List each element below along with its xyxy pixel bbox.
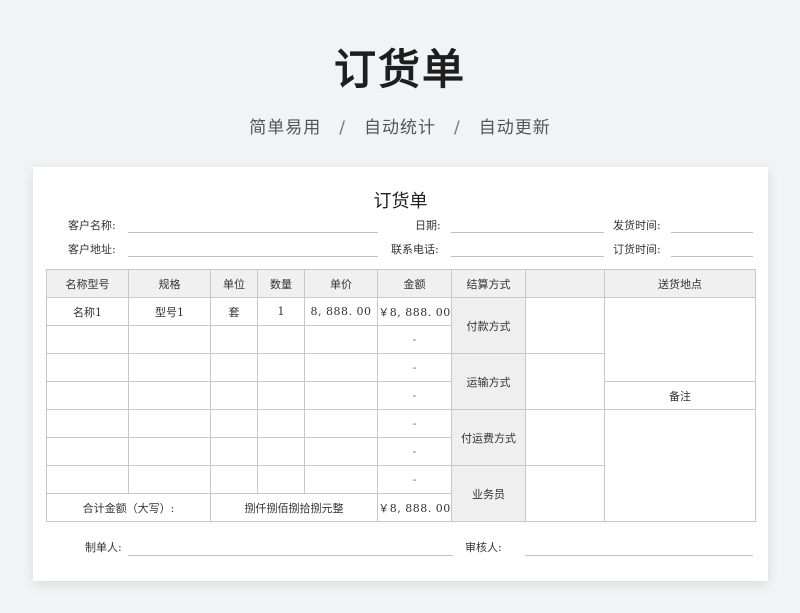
table-header-row: 名称型号 规格 单位 数量 单价 金额 结算方式 送货地点 <box>46 269 756 298</box>
cell-model[interactable] <box>46 465 129 494</box>
table-row: - 备注 <box>46 381 756 410</box>
cell-model[interactable] <box>46 409 129 438</box>
page-title: 订货单 <box>333 45 466 94</box>
ship-time-field[interactable] <box>671 232 753 233</box>
reviewer-label: 审核人: <box>465 541 502 554</box>
col-header-settlement: 结算方式 <box>451 269 526 298</box>
feature-auto-update: 自动更新 <box>478 118 551 138</box>
cell-amount: - <box>377 353 452 382</box>
cell-unit[interactable] <box>210 409 258 438</box>
separator: / <box>339 118 346 138</box>
customer-name-label: 客户名称: <box>68 219 116 232</box>
order-sheet: 订货单 客户名称: 日期: 发货时间: 客户地址: 联系电话: 订货时间: 名称… <box>33 167 768 581</box>
cell-unit[interactable] <box>210 325 258 354</box>
cell-unit[interactable] <box>210 381 258 410</box>
total-words: 捌仟捌佰捌拾捌元整 <box>210 493 378 522</box>
cell-price[interactable] <box>304 381 378 410</box>
separator: / <box>454 118 461 138</box>
payment-method-value[interactable] <box>525 297 605 354</box>
cell-spec[interactable] <box>128 465 211 494</box>
col-header-unit: 单位 <box>210 269 258 298</box>
cell-qty[interactable] <box>257 465 305 494</box>
col-header-model: 名称型号 <box>46 269 129 298</box>
shipping-method-value[interactable] <box>525 353 605 410</box>
cell-qty[interactable] <box>257 325 305 354</box>
col-header-delivery: 送货地点 <box>604 269 756 298</box>
cell-qty[interactable] <box>257 381 305 410</box>
ship-time-label: 发货时间: <box>613 219 661 232</box>
col-header-settlement-value <box>525 269 605 298</box>
cell-amount: - <box>377 409 452 438</box>
cell-spec[interactable] <box>128 409 211 438</box>
cell-price[interactable] <box>304 437 378 466</box>
reviewer-field[interactable] <box>525 555 753 556</box>
cell-model[interactable]: 名称1 <box>46 297 129 326</box>
remarks-value[interactable] <box>604 409 756 522</box>
cell-unit[interactable] <box>210 437 258 466</box>
feature-tagline: 简单易用 / 自动统计 / 自动更新 <box>0 113 800 138</box>
freight-payment-value[interactable] <box>525 409 605 466</box>
cell-amount: - <box>377 437 452 466</box>
cell-price[interactable]: 8, 888. 00 <box>304 297 378 326</box>
cell-spec[interactable]: 型号1 <box>128 297 211 326</box>
total-amount: ￥8, 888. 00 <box>377 493 452 522</box>
cell-model[interactable] <box>46 437 129 466</box>
col-header-qty: 数量 <box>257 269 305 298</box>
feature-easy: 简单易用 <box>249 118 322 138</box>
date-label: 日期: <box>415 219 441 232</box>
cell-unit[interactable]: 套 <box>210 297 258 326</box>
cell-amount: ￥8, 888. 00 <box>377 297 452 326</box>
feature-auto-stats: 自动统计 <box>364 118 436 138</box>
cell-qty[interactable] <box>257 437 305 466</box>
customer-address-field[interactable] <box>128 256 378 257</box>
delivery-address-value[interactable] <box>604 297 756 382</box>
cell-spec[interactable] <box>128 381 211 410</box>
maker-label: 制单人: <box>85 541 122 554</box>
cell-unit[interactable] <box>210 465 258 494</box>
col-header-amount: 金额 <box>377 269 452 298</box>
remarks-label: 备注 <box>604 381 756 410</box>
table-row: 名称1 型号1 套 1 8, 888. 00 ￥8, 888. 00 付款方式 <box>46 297 756 382</box>
col-header-spec: 规格 <box>128 269 211 298</box>
payment-method-label: 付款方式 <box>451 297 526 354</box>
date-field[interactable] <box>451 232 604 233</box>
cell-spec[interactable] <box>128 437 211 466</box>
cell-spec[interactable] <box>128 353 211 382</box>
order-time-field[interactable] <box>671 256 753 257</box>
cell-price[interactable] <box>304 353 378 382</box>
cell-price[interactable] <box>304 465 378 494</box>
cell-unit[interactable] <box>210 353 258 382</box>
phone-label: 联系电话: <box>391 243 439 256</box>
cell-price[interactable] <box>304 325 378 354</box>
salesperson-label: 业务员 <box>451 465 526 522</box>
cell-price[interactable] <box>304 409 378 438</box>
cell-amount: - <box>377 325 452 354</box>
total-label: 合计金额（大写）: <box>46 493 211 522</box>
col-header-price: 单价 <box>304 269 378 298</box>
cell-model[interactable] <box>46 325 129 354</box>
cell-model[interactable] <box>46 381 129 410</box>
cell-model[interactable] <box>46 353 129 382</box>
cell-qty[interactable] <box>257 409 305 438</box>
order-table: 名称型号 规格 单位 数量 单价 金额 结算方式 送货地点 名称1 型号1 套 … <box>46 269 756 522</box>
document-title: 订货单 <box>373 191 428 212</box>
cell-qty[interactable] <box>257 353 305 382</box>
cell-amount: - <box>377 465 452 494</box>
cell-qty[interactable]: 1 <box>257 297 305 326</box>
freight-payment-label: 付运费方式 <box>451 409 526 466</box>
cell-spec[interactable] <box>128 325 211 354</box>
table-row: - 付运费方式 <box>46 409 756 522</box>
cell-amount: - <box>377 381 452 410</box>
shipping-method-label: 运输方式 <box>451 353 526 410</box>
customer-address-label: 客户地址: <box>68 243 116 256</box>
phone-field[interactable] <box>451 256 604 257</box>
order-time-label: 订货时间: <box>613 243 661 256</box>
customer-name-field[interactable] <box>128 232 378 233</box>
salesperson-value[interactable] <box>525 465 605 522</box>
maker-field[interactable] <box>128 555 453 556</box>
